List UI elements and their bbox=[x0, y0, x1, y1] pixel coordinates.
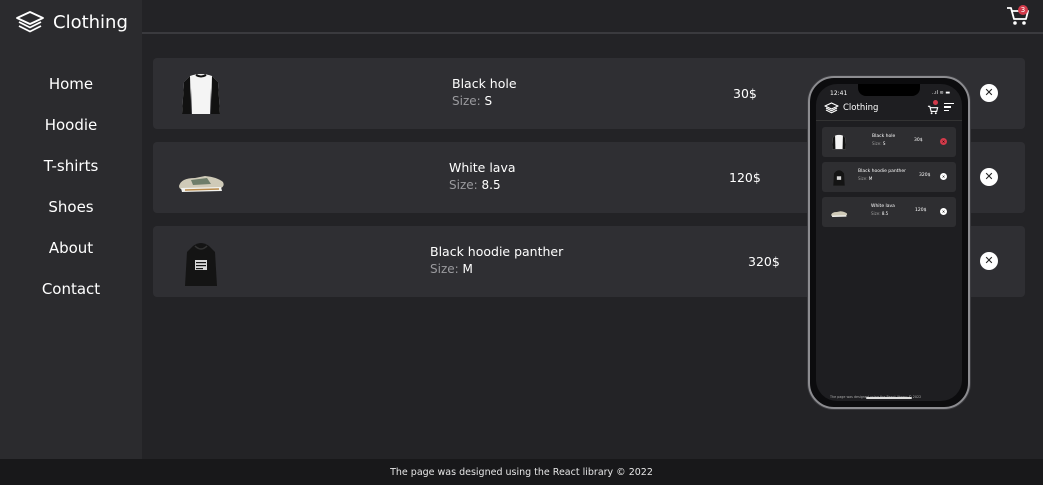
size-value: 8.5 bbox=[481, 178, 501, 192]
size-label: Size: bbox=[449, 178, 482, 192]
product-info: Black hole Size: S bbox=[452, 76, 517, 108]
phone-time: 12:41 bbox=[830, 90, 848, 97]
brand-logo[interactable]: Clothing bbox=[15, 8, 128, 36]
cart-button[interactable]: 3 bbox=[1005, 4, 1031, 28]
product-size: Size: 8.5 bbox=[871, 211, 889, 216]
phone-home-indicator bbox=[866, 397, 912, 399]
size-label: Size: bbox=[430, 262, 463, 276]
product-image bbox=[185, 243, 217, 286]
phone-header-divider bbox=[816, 120, 962, 121]
product-price: 320$ bbox=[748, 254, 780, 269]
product-size: Size: 8.5 bbox=[449, 178, 516, 192]
hamburger-menu-icon bbox=[944, 103, 954, 112]
product-image bbox=[182, 74, 220, 114]
phone-cart-row: Black hoodie panther Size: M 320$ ✕ bbox=[822, 162, 956, 192]
layers-icon bbox=[824, 102, 839, 114]
nav-item-about[interactable]: About bbox=[0, 228, 142, 269]
phone-cart-icon bbox=[927, 100, 939, 115]
product-image bbox=[833, 170, 845, 186]
nav-item-hoodie[interactable]: Hoodie bbox=[0, 105, 142, 146]
product-info: Black hoodie panther Size: M bbox=[430, 244, 563, 276]
product-name: Black hole bbox=[452, 76, 517, 91]
product-size: Size: S bbox=[452, 94, 517, 108]
nav-item-tshirts[interactable]: T-shirts bbox=[0, 146, 142, 187]
product-info: White lava Size: 8.5 bbox=[449, 160, 516, 192]
product-size: Size: M bbox=[430, 262, 563, 276]
remove-item-button: ✕ bbox=[940, 138, 947, 145]
product-price: 120$ bbox=[729, 170, 761, 185]
phone-brand-name: Clothing bbox=[843, 103, 879, 113]
phone-screen: 12:41 ..ıl ≋ ▬ Clothing Black hole Size:… bbox=[816, 84, 962, 401]
size-value: S bbox=[484, 94, 493, 108]
product-image bbox=[831, 211, 848, 217]
size-value: M bbox=[462, 262, 473, 276]
size-label: Size: bbox=[452, 94, 485, 108]
phone-cart-badge bbox=[933, 100, 938, 105]
phone-status-icons: ..ıl ≋ ▬ bbox=[932, 90, 951, 96]
phone-notch bbox=[858, 84, 920, 96]
sidebar: Clothing Home Hoodie T-shirts Shoes Abou… bbox=[0, 0, 142, 459]
brand-name: Clothing bbox=[53, 11, 128, 33]
product-size: Size: M bbox=[858, 176, 873, 181]
footer: The page was designed using the React li… bbox=[0, 459, 1043, 485]
product-price: 120$ bbox=[915, 208, 927, 213]
nav-item-contact[interactable]: Contact bbox=[0, 269, 142, 310]
phone-brand-logo: Clothing bbox=[824, 102, 878, 114]
shopping-cart-icon bbox=[927, 105, 939, 115]
remove-item-button: ✕ bbox=[940, 208, 947, 215]
remove-item-button[interactable]: ✕ bbox=[980, 168, 998, 186]
product-name: White lava bbox=[449, 160, 516, 175]
header-divider bbox=[142, 32, 1043, 34]
remove-item-button[interactable]: ✕ bbox=[980, 84, 998, 102]
product-name: Black hoodie panther bbox=[858, 169, 906, 174]
phone-mockup: 12:41 ..ıl ≋ ▬ Clothing Black hole Size:… bbox=[808, 76, 970, 409]
nav-item-shoes[interactable]: Shoes bbox=[0, 187, 142, 228]
product-image bbox=[832, 134, 846, 150]
footer-text: The page was designed using the React li… bbox=[390, 467, 653, 478]
product-price: 30$ bbox=[914, 138, 923, 143]
product-name: Black hole bbox=[872, 134, 896, 139]
phone-cart-row: White lava Size: 8.5 120$ ✕ bbox=[822, 197, 956, 227]
remove-item-button[interactable]: ✕ bbox=[980, 252, 998, 270]
phone-cart-row: Black hole Size: S 30$ ✕ bbox=[822, 127, 956, 157]
product-size: Size: S bbox=[872, 141, 886, 146]
product-image bbox=[179, 176, 224, 192]
remove-item-button: ✕ bbox=[940, 173, 947, 180]
cart-count-badge: 3 bbox=[1018, 5, 1028, 15]
product-price: 320$ bbox=[919, 173, 931, 178]
product-name: White lava bbox=[871, 204, 895, 209]
layers-icon bbox=[16, 11, 44, 33]
sidebar-nav: Home Hoodie T-shirts Shoes About Contact bbox=[0, 64, 142, 310]
product-price: 30$ bbox=[733, 86, 757, 101]
nav-item-home[interactable]: Home bbox=[0, 64, 142, 105]
product-name: Black hoodie panther bbox=[430, 244, 564, 259]
